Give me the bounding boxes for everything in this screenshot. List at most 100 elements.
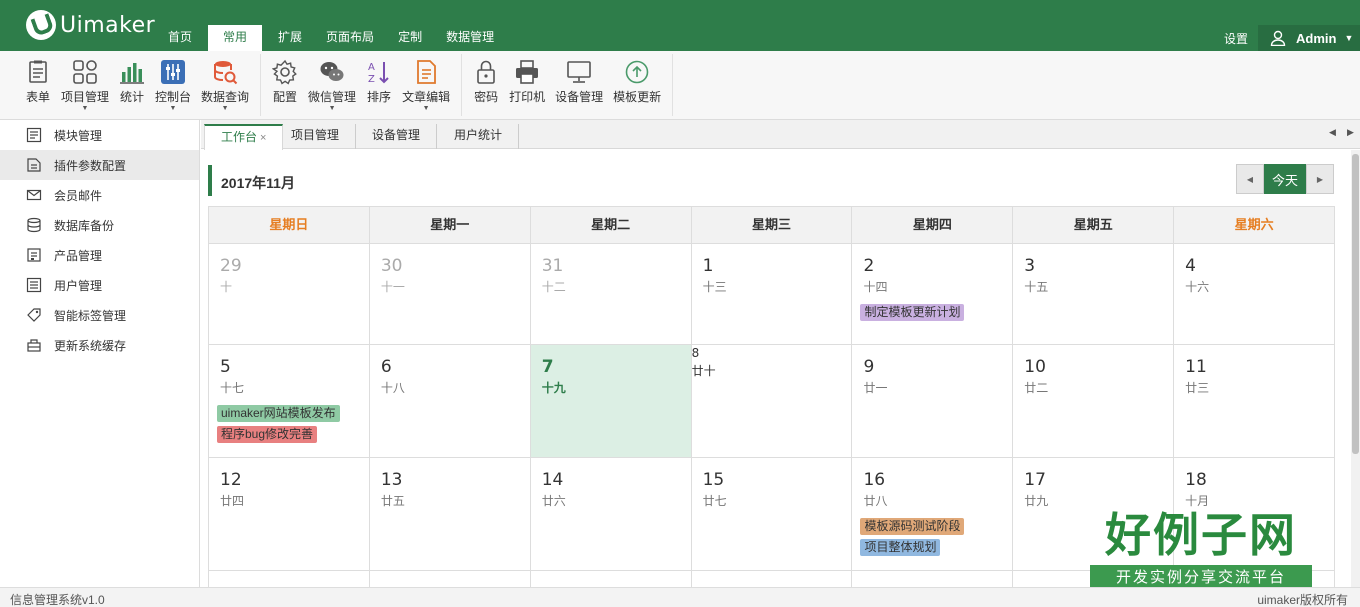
day-number: 4 (1185, 256, 1196, 276)
tab-scroll-left-icon[interactable]: ◀ (1329, 127, 1336, 138)
sidebar-item-plugin[interactable]: 插件参数配置 (0, 150, 199, 180)
event-list: 模板源码测试阶段 项目整体规划 (860, 514, 965, 556)
calendar-day-cell[interactable]: 9 廿一 (852, 345, 1014, 458)
calendar-day-cell[interactable]: 15 廿七 (691, 458, 853, 571)
day-number: 14 (541, 470, 564, 490)
caret-down-icon[interactable]: ▼ (170, 105, 177, 113)
nav-item-4[interactable]: 定制 (386, 25, 434, 51)
title-accent-bar (208, 165, 212, 196)
toolbar-button-monitor[interactable]: 设备管理 (550, 54, 608, 116)
calendar-day-cell[interactable]: 29 十 (209, 244, 370, 345)
calendar-day-cell[interactable]: 12 廿四 (209, 458, 370, 571)
calendar-event[interactable]: 项目整体规划 (860, 539, 941, 556)
nav-item-0[interactable]: 首页 (156, 25, 204, 51)
sidebar-item-cache[interactable]: 更新系统缓存 (0, 330, 199, 360)
day-number: 5 (220, 357, 231, 377)
scrollbar-thumb[interactable] (1352, 154, 1359, 454)
toolbar-label: 配置 (273, 90, 298, 104)
toolbar-button-wechat[interactable]: 微信管理 ▼ (303, 54, 361, 116)
calendar-day-cell[interactable]: 1 十三 (691, 244, 853, 345)
next-month-button[interactable]: ▶ (1306, 164, 1334, 194)
tab-1[interactable]: 项目管理 (275, 124, 357, 149)
weekday-label: 星期六 (1174, 207, 1336, 244)
calendar-day-cell[interactable]: 13 廿五 (369, 458, 531, 571)
calendar-day-cell[interactable]: 3 十五 (1013, 244, 1175, 345)
watermark-title: 好例子网 (1105, 508, 1297, 562)
day-number: 16 (863, 470, 886, 490)
calendar-day-cell[interactable]: 8 廿十 (691, 345, 853, 458)
calendar-day-cell[interactable]: 6 十八 (369, 345, 531, 458)
monitor-icon (567, 61, 591, 83)
day-number: 18 (1185, 470, 1207, 490)
logo[interactable]: Uimaker (26, 9, 155, 41)
tab-label: 设备管理 (372, 128, 421, 142)
calendar-event[interactable]: 制定模板更新计划 (860, 304, 965, 321)
calendar-day-cell[interactable]: 30 十一 (369, 244, 531, 345)
calendar-day-cell[interactable]: 11 廿三 (1174, 345, 1336, 458)
toolbar-button-database-search[interactable]: 数据查询 ▼ (196, 54, 254, 116)
calendar-event[interactable]: uimaker网站模板发布 (217, 405, 340, 422)
user-menu[interactable]: Admin ▼ (1258, 25, 1360, 51)
footer-version: 信息管理系统v1.0 (10, 593, 105, 607)
caret-down-icon[interactable]: ▼ (329, 105, 336, 113)
event-list: 制定模板更新计划 (860, 300, 965, 321)
toolbar-button-document-edit[interactable]: 文章编辑 ▼ (397, 54, 455, 116)
caret-down-icon[interactable]: ▼ (423, 105, 430, 113)
nav-item-1[interactable]: 常用 (208, 25, 263, 51)
toolbar-button-sort-az[interactable]: A Z 排序 (361, 54, 397, 116)
calendar-day-cell[interactable]: 31 十二 (530, 244, 692, 345)
toolbar-button-sliders[interactable]: 控制台 ▼ (150, 54, 196, 116)
settings-link[interactable]: 设置 (1224, 30, 1248, 47)
caret-down-icon[interactable]: ▼ (82, 105, 89, 113)
calendar-day-cell[interactable]: 14 廿六 (530, 458, 692, 571)
toolbar-label: 微信管理 (308, 90, 357, 104)
tab-2[interactable]: 设备管理 (356, 124, 438, 149)
prev-month-button[interactable]: ◀ (1236, 164, 1264, 194)
sidebar-item-mail[interactable]: 会员邮件 (0, 180, 199, 210)
toolbar-button-form[interactable]: 表单 (20, 54, 56, 116)
toolbar-label: 设备管理 (555, 90, 604, 104)
sidebar-item-module[interactable]: 模块管理 (0, 120, 199, 150)
today-button[interactable]: 今天 (1264, 164, 1306, 194)
day-number: 29 (220, 256, 242, 276)
nav-item-2[interactable]: 扩展 (266, 25, 314, 51)
sidebar-item-label: 产品管理 (54, 248, 103, 263)
tab-0[interactable]: 工作台 × (204, 124, 284, 150)
calendar-event[interactable]: 程序bug修改完善 (217, 426, 318, 443)
sidebar-item-tag[interactable]: 智能标签管理 (0, 300, 199, 330)
sidebar-item-users[interactable]: 用户管理 (0, 270, 199, 300)
vertical-scrollbar[interactable] (1351, 150, 1360, 587)
toolbar-button-printer[interactable]: 打印机 (504, 54, 550, 116)
toolbar-button-upload-circle[interactable]: 模板更新 (608, 54, 666, 116)
day-number: 31 (541, 256, 564, 276)
lunar-date: 十 (220, 280, 233, 294)
calendar-day-cell[interactable]: 10 廿二 (1013, 345, 1175, 458)
calendar-event[interactable]: 模板源码测试阶段 (860, 518, 965, 535)
calendar-day-cell[interactable]: 4 十六 (1174, 244, 1336, 345)
nav-item-3[interactable]: 页面布局 (314, 25, 386, 51)
sidebar-item-product[interactable]: 产品管理 (0, 240, 199, 270)
tab-scroll-right-icon[interactable]: ▶ (1347, 127, 1354, 138)
toolbar-button-bar-chart[interactable]: 统计 (114, 54, 150, 116)
caret-down-icon[interactable]: ▼ (222, 105, 229, 113)
calendar-day-cell[interactable]: 2 十四 制定模板更新计划 (852, 244, 1014, 345)
lunar-date: 廿八 (863, 494, 888, 508)
toolbar-label: 排序 (367, 90, 392, 104)
toolbar-button-grid[interactable]: 项目管理 ▼ (56, 54, 114, 116)
event-list: uimaker网站模板发布 程序bug修改完善 (217, 401, 340, 443)
toolbar-button-lock[interactable]: 密码 (468, 54, 504, 116)
calendar-day-cell[interactable]: 7 十九 (530, 345, 692, 458)
close-icon[interactable]: × (260, 132, 266, 144)
toolbar-button-gear[interactable]: 配置 (267, 54, 303, 116)
toolbar-label: 项目管理 (61, 90, 110, 104)
sliders-icon (161, 60, 186, 84)
lunar-date: 廿五 (380, 494, 405, 508)
sidebar-item-database[interactable]: 数据库备份 (0, 210, 199, 240)
calendar-day-cell[interactable]: 5 十七 uimaker网站模板发布 程序bug修改完善 (209, 345, 370, 458)
sidebar-item-label: 用户管理 (54, 278, 103, 293)
nav-item-5[interactable]: 数据管理 (434, 25, 506, 51)
calendar-day-cell[interactable]: 16 廿八模板源码测试阶段 项目整体规划 (852, 458, 1014, 571)
wechat-icon (320, 62, 344, 81)
tab-3[interactable]: 用户统计 (438, 124, 520, 149)
day-number: 10 (1024, 357, 1046, 377)
